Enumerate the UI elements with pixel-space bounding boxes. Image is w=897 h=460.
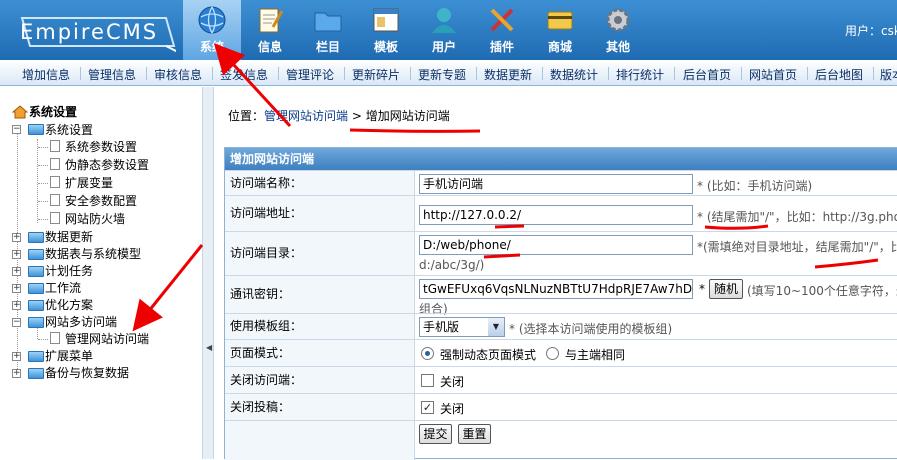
underline-dir-note	[814, 258, 879, 269]
underline-url-note	[704, 224, 769, 230]
underline-dir-slash	[483, 253, 521, 259]
arrow-to-system-nav	[213, 43, 292, 128]
underline-current	[349, 128, 481, 133]
annotation-layer	[132, 43, 879, 332]
underline-url-slash	[494, 224, 525, 229]
arrow-to-tree-item	[132, 244, 204, 332]
